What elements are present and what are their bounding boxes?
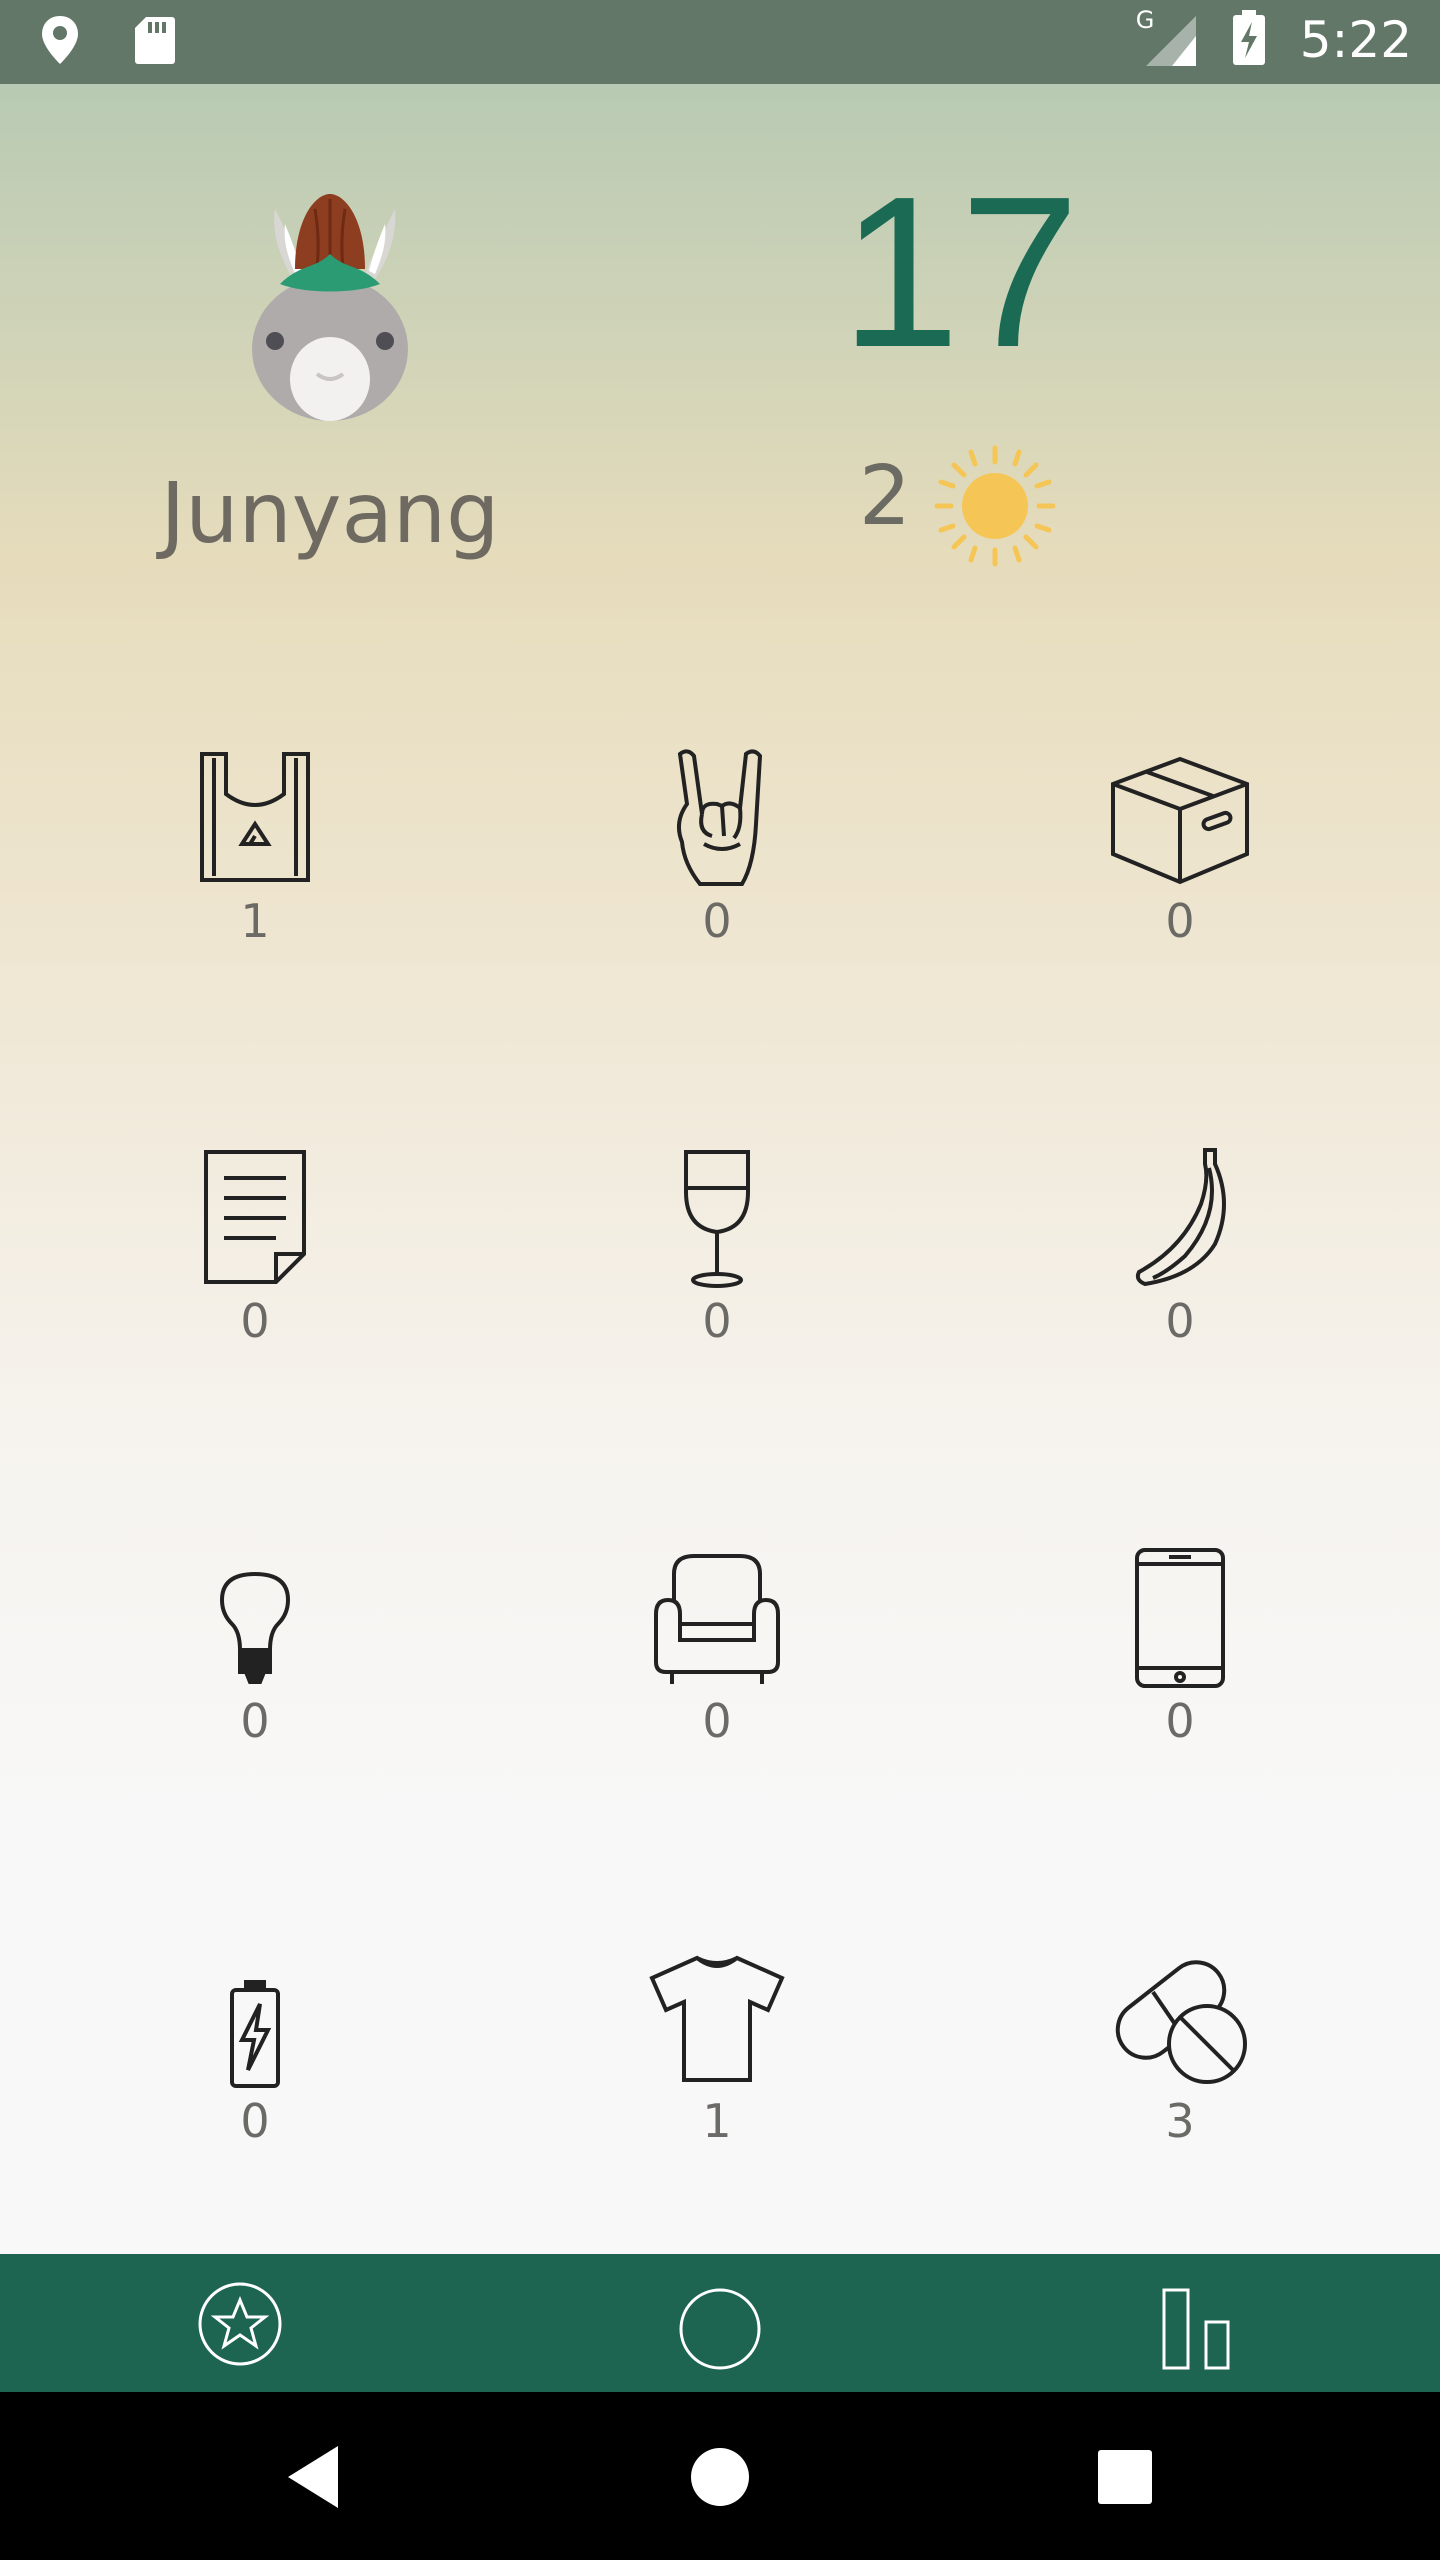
signal-icon: G [1136,6,1198,68]
item-wine-glass[interactable]: 0 [597,1144,837,1384]
item-count: 0 [1165,1294,1195,1348]
item-banana[interactable]: 0 [1060,1144,1300,1384]
system-nav-bar [0,2392,1440,2560]
item-count: 1 [702,2094,732,2148]
sun-icon [933,444,1058,569]
item-count: 0 [702,1694,732,1748]
status-bar: G 5:22 [0,0,1440,84]
home-icon[interactable] [675,2432,765,2522]
recents-icon[interactable] [1080,2432,1170,2522]
rock-hand-icon [642,744,792,894]
back-icon[interactable] [270,2432,360,2522]
username: Junyang [160,464,500,562]
pills-icon [1105,1944,1255,2094]
item-pills[interactable]: 3 [1060,1944,1300,2184]
item-count: 0 [1165,1694,1195,1748]
item-battery[interactable]: 0 [135,1944,375,2184]
battery-charging-icon [1232,10,1266,70]
sun-count: 2 [858,449,912,544]
t-shirt-icon [642,1944,792,2094]
cardboard-box-icon [1105,744,1255,894]
rabbit-avatar-icon[interactable] [245,189,415,424]
item-count: 0 [1165,894,1195,948]
sd-card-icon [134,15,176,69]
item-armchair[interactable]: 0 [597,1544,837,1784]
item-count: 0 [702,1294,732,1348]
network-type-label: G [1135,6,1155,34]
item-rock-hand[interactable]: 0 [597,744,837,984]
smartphone-icon [1105,1544,1255,1694]
wine-glass-icon [642,1144,792,1294]
item-count: 0 [240,1694,270,1748]
plastic-bag-icon [180,744,330,894]
banana-icon [1105,1144,1255,1294]
circle-home-icon[interactable] [670,2274,770,2374]
item-smartphone[interactable]: 0 [1060,1544,1300,1784]
item-count: 0 [240,2094,270,2148]
item-t-shirt[interactable]: 1 [597,1944,837,2184]
bottom-nav [0,2254,1440,2392]
bar-chart-icon[interactable] [1150,2274,1250,2374]
item-plastic-bag[interactable]: 1 [135,744,375,984]
status-time: 5:22 [1299,11,1412,69]
item-count: 3 [1165,2094,1195,2148]
battery-icon [180,1944,330,2094]
item-count: 0 [702,894,732,948]
score-value: 17 [840,151,1080,392]
armchair-icon [642,1544,792,1694]
location-icon [40,14,80,70]
main-content: Junyang 17 2 1 0 0 0 0 0 0 0 0 0 1 3 [0,84,1440,2254]
paper-document-icon [180,1144,330,1294]
item-light-bulb[interactable]: 0 [135,1544,375,1784]
item-count: 1 [240,894,270,948]
item-cardboard-box[interactable]: 0 [1060,744,1300,984]
light-bulb-icon [180,1544,330,1694]
item-count: 0 [240,1294,270,1348]
star-badge-icon[interactable] [190,2274,290,2374]
item-paper[interactable]: 0 [135,1144,375,1384]
